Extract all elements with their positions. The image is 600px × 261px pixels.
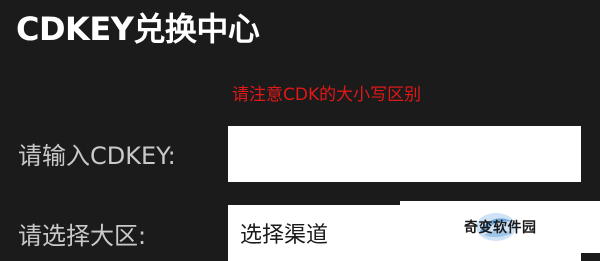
watermark: 奇变软件园 xyxy=(400,201,600,253)
watermark-text: 奇变软件园 xyxy=(464,220,537,236)
cdkey-label: 请输入CDKEY: xyxy=(18,142,176,170)
case-sensitivity-notice: 请注意CDK的大小写区别 xyxy=(232,85,422,105)
page-title: CDKEY兑换中心 xyxy=(16,10,260,48)
region-label: 请选择大区: xyxy=(18,222,147,250)
channel-select-value: 选择渠道 xyxy=(240,223,329,248)
cdkey-input[interactable] xyxy=(228,126,581,182)
